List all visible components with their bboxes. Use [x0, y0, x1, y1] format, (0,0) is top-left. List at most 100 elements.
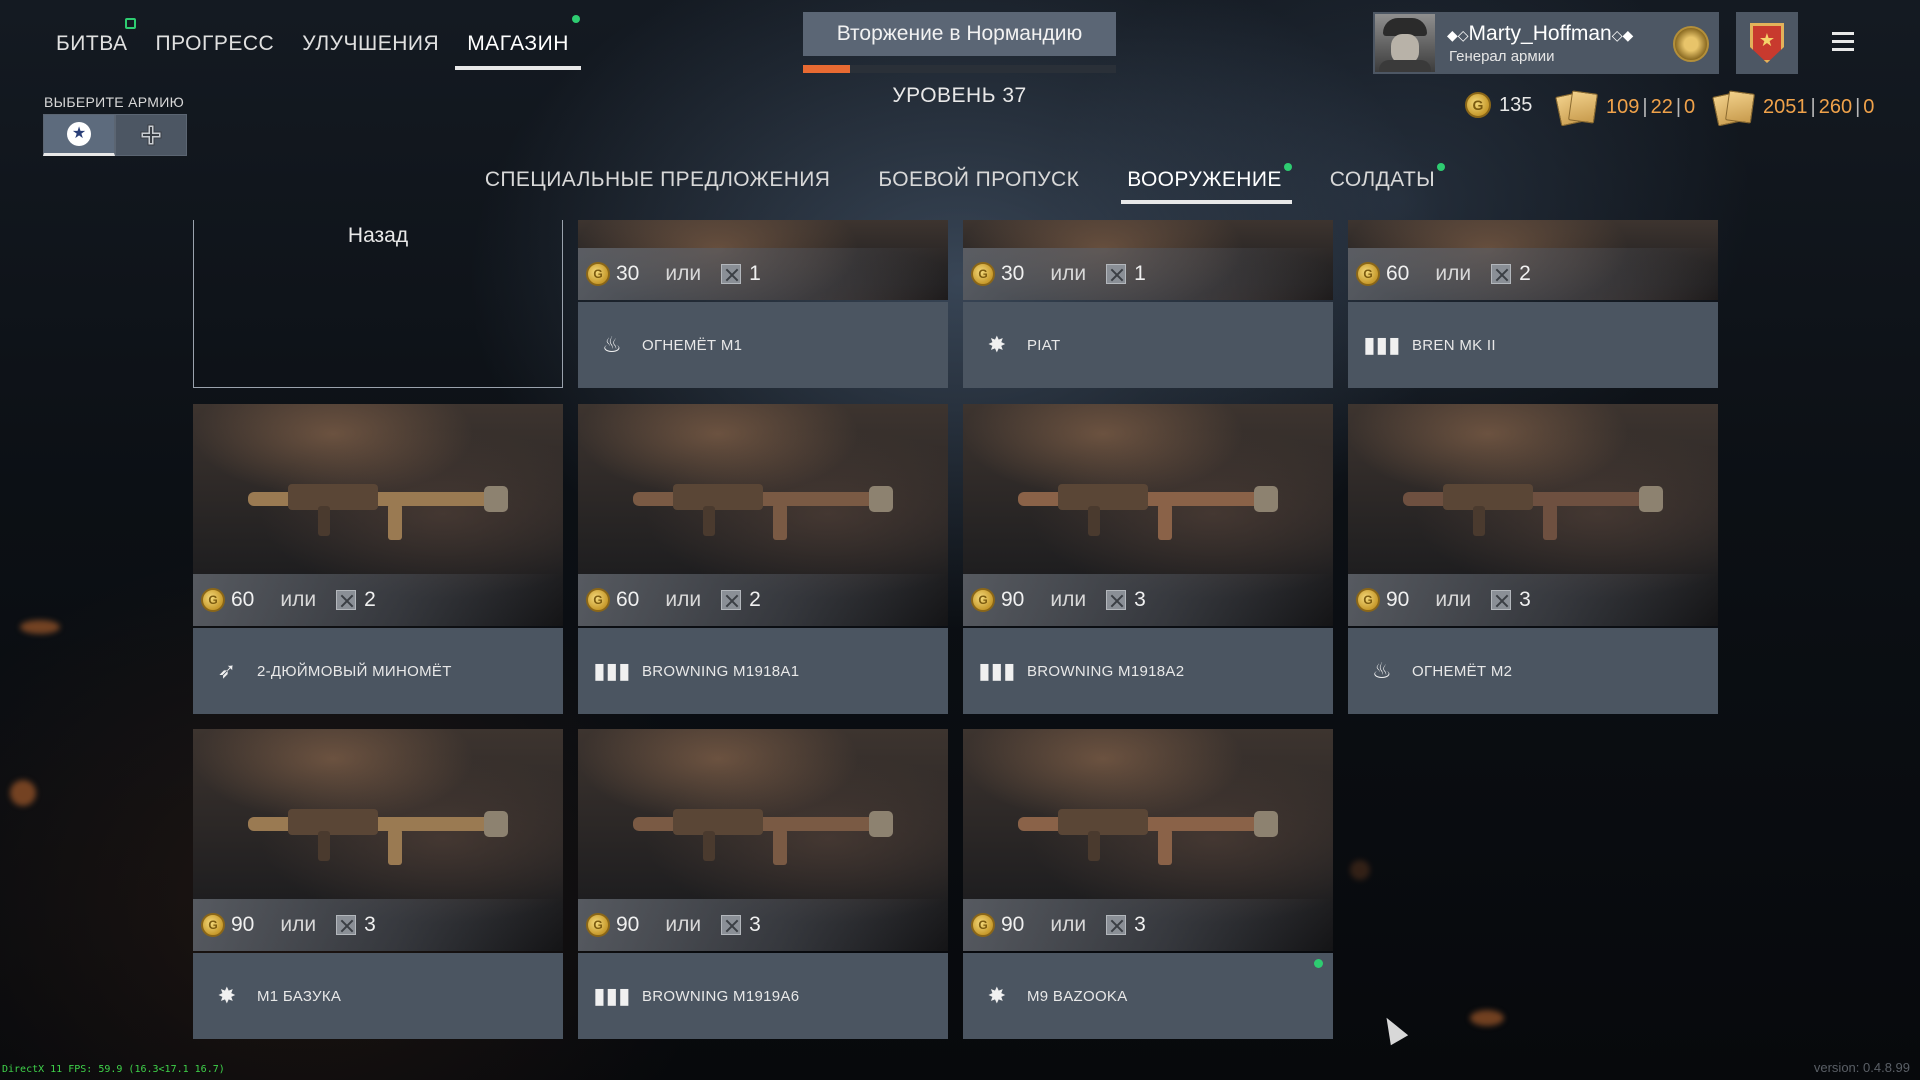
ember-decoration [10, 780, 36, 806]
mission-title[interactable]: Вторжение в Нормандию [803, 12, 1116, 56]
ticket-x-icon [1106, 915, 1127, 935]
ticket-currency-2: 2051 | 260 | 0 [1712, 90, 1875, 127]
ticket-x-icon [1491, 264, 1512, 284]
new-indicator-dot [1437, 163, 1446, 171]
ammo-icon: ▮▮▮ [593, 983, 631, 1008]
weapon-render [998, 759, 1298, 894]
nav-upgrades-label: УЛУЧШЕНИЯ [302, 32, 440, 55]
tab-special-offers[interactable]: СПЕЦИАЛЬНЫЕ ПРЕДЛОЖЕНИЯ [461, 166, 855, 204]
weapon-name: BREN MK II [1412, 336, 1496, 354]
army-select-label: ВЫБЕРИТЕ АРМИЮ [44, 94, 185, 110]
weapon-name-bar: ✸ M1 БАЗУКА [193, 953, 563, 1039]
ticket-x-icon [721, 590, 742, 610]
ammo-icon: ▮▮▮ [593, 658, 631, 683]
tab-weapons-label: ВООРУЖЕНИЕ [1127, 168, 1282, 191]
weapon-card[interactable]: G 90 или 3 ♨ ОГНЕМЁТ M2 [1348, 404, 1718, 714]
price-gold: 90 [231, 913, 255, 936]
gold-currency: G 135 [1465, 92, 1532, 118]
back-button[interactable]: Назад [193, 220, 563, 388]
weapon-name-bar: ✸ M9 BAZOOKA [963, 953, 1333, 1039]
gold-coin-icon: G [971, 588, 995, 612]
gold-coin-icon: G [586, 588, 610, 612]
price-row: G 60 или 2 [193, 574, 563, 626]
rank-badge-button[interactable]: ★ [1736, 12, 1798, 74]
flame-icon: ♨ [1371, 658, 1393, 683]
main-nav: БИТВА ПРОГРЕСС УЛУЧШЕНИЯ МАГАЗИН [42, 15, 583, 70]
nav-progress[interactable]: ПРОГРЕСС [142, 28, 289, 70]
weapon-name-bar: ➶ 2-ДЮЙМОВЫЙ МИНОМЁТ [193, 628, 563, 714]
weapon-card[interactable]: G 90 или 3 ✸ M9 BAZOOKA [963, 729, 1333, 1039]
tab-weapons[interactable]: ВООРУЖЕНИЕ [1103, 163, 1306, 204]
nav-battle-label: БИТВА [56, 32, 128, 55]
flame-icon: ♨ [601, 332, 623, 357]
tab-battle-pass[interactable]: БОЕВОЙ ПРОПУСК [854, 166, 1103, 204]
weapon-card[interactable]: G 90 или 3 ▮▮▮ BROWNING M1918A2 [963, 404, 1333, 714]
weapon-card[interactable]: G 90 или 3 ✸ M1 БАЗУКА [193, 729, 563, 1039]
price-or: или [1435, 588, 1472, 611]
gold-coin-icon: G [971, 913, 995, 937]
ticket-x-icon [1106, 264, 1127, 284]
level-progress-fill [803, 65, 850, 73]
ticket-x-icon [1106, 590, 1127, 610]
player-rank: Генерал армии [1449, 47, 1555, 65]
price-tickets: 3 [749, 913, 761, 936]
price-gold: 90 [616, 913, 640, 936]
weapon-name: BROWNING M1919A6 [642, 987, 800, 1005]
price-gold: 60 [616, 588, 640, 611]
weapon-grid: Назад G 30 или 1 ♨ ОГНЕМЁТ M1 G 30 или 1 ✸ PIAT G 60 и… [193, 220, 1721, 1040]
rank-medal-icon [1673, 26, 1709, 62]
weapon-render [228, 434, 528, 569]
army-axis-button[interactable] [115, 114, 187, 156]
player-name-row: ◆◇Marty_Hoffman◇◆ [1447, 21, 1634, 45]
ticket2-c: 0 [1863, 95, 1875, 118]
weapon-name: 2-ДЮЙМОВЫЙ МИНОМЁТ [257, 662, 452, 680]
gold-amount: 135 [1499, 93, 1533, 116]
ticket1-c: 0 [1684, 95, 1696, 118]
weapon-name-bar: ♨ ОГНЕМЁТ M2 [1348, 628, 1718, 714]
avatar [1375, 14, 1435, 72]
weapon-name: M9 BAZOOKA [1027, 987, 1128, 1005]
weapon-name-bar: ✸ PIAT [963, 302, 1333, 388]
gold-coin-icon: G [586, 913, 610, 937]
price-row: G 90 или 3 [963, 574, 1333, 626]
weapon-card[interactable]: G 30 или 1 ♨ ОГНЕМЁТ M1 [578, 220, 948, 388]
explosion-icon: ✸ [987, 332, 1007, 357]
weapon-name: PIAT [1027, 336, 1061, 354]
menu-icon[interactable] [1832, 32, 1854, 56]
price-or: или [1050, 913, 1087, 936]
back-label: Назад [347, 224, 409, 247]
ticket-currency-1: 109 | 22 | 0 [1555, 90, 1696, 127]
tab-battle-pass-label: БОЕВОЙ ПРОПУСК [878, 168, 1080, 191]
gold-coin-icon: G [1465, 92, 1491, 118]
nav-battle[interactable]: БИТВА [42, 18, 142, 70]
price-gold: 30 [616, 262, 640, 285]
weapon-card[interactable]: G 60 или 2 ➶ 2-ДЮЙМОВЫЙ МИНОМЁТ [193, 404, 563, 714]
weapon-name-bar: ▮▮▮ BREN MK II [1348, 302, 1718, 388]
weapon-name: BROWNING M1918A2 [1027, 662, 1185, 680]
army-allies-button[interactable]: ★ [43, 114, 115, 156]
nav-shop[interactable]: МАГАЗИН [453, 15, 583, 70]
nav-upgrades[interactable]: УЛУЧШЕНИЯ [288, 28, 453, 70]
weapon-card[interactable]: G 30 или 1 ✸ PIAT [963, 220, 1333, 388]
weapon-render [228, 759, 528, 894]
gold-coin-icon: G [1356, 588, 1380, 612]
tab-soldiers[interactable]: СОЛДАТЫ [1306, 163, 1459, 204]
level-progress-bar [803, 65, 1116, 73]
price-tickets: 2 [749, 588, 761, 611]
weapon-name-bar: ▮▮▮ BROWNING M1919A6 [578, 953, 948, 1039]
price-or: или [280, 588, 317, 611]
weapon-card[interactable]: G 60 или 2 ▮▮▮ BREN MK II [1348, 220, 1718, 388]
price-row: G 60 или 2 [1348, 248, 1718, 300]
weapon-card[interactable]: G 90 или 3 ▮▮▮ BROWNING M1919A6 [578, 729, 948, 1039]
ammo-icon: ▮▮▮ [1363, 332, 1401, 357]
price-tickets: 3 [1134, 588, 1146, 611]
ticket-x-icon [336, 915, 357, 935]
price-or: или [665, 588, 702, 611]
profile-panel[interactable]: ◆◇Marty_Hoffman◇◆ Генерал армии [1373, 12, 1719, 74]
gold-coin-icon: G [201, 913, 225, 937]
price-or: или [1050, 262, 1087, 285]
price-tickets: 3 [1519, 588, 1531, 611]
weapon-card[interactable]: G 60 или 2 ▮▮▮ BROWNING M1918A1 [578, 404, 948, 714]
weapon-render [998, 434, 1298, 569]
price-or: или [665, 913, 702, 936]
